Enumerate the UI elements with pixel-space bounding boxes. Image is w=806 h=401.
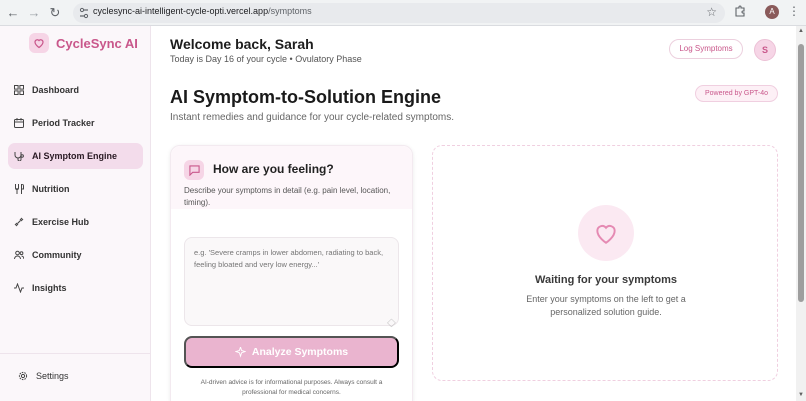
sidebar: CycleSync AI Dashboard Period Tracker AI…	[0, 26, 151, 401]
utensils-icon	[14, 184, 24, 194]
sidebar-item-insights[interactable]: Insights	[8, 275, 143, 301]
symptom-engine-icon	[14, 151, 24, 161]
browser-profile-avatar[interactable]: A	[765, 5, 779, 19]
url-text: cyclesync-ai-intelligent-cycle-opti.verc…	[93, 6, 312, 16]
main-content: Welcome back, Sarah Today is Day 16 of y…	[151, 26, 796, 401]
page-title: AI Symptom-to-Solution Engine	[170, 87, 441, 107]
sidebar-item-ai-symptom-engine[interactable]: AI Symptom Engine	[8, 143, 143, 169]
sidebar-item-label: Dashboard	[32, 85, 80, 95]
waiting-title: Waiting for your symptoms	[535, 274, 677, 286]
sidebar-item-label: Community	[32, 250, 82, 260]
sidebar-item-dashboard[interactable]: Dashboard	[8, 77, 143, 103]
symptom-textarea[interactable]	[184, 237, 399, 326]
gear-icon	[18, 371, 28, 381]
dashboard-icon	[14, 85, 24, 95]
card-description: Describe your symptoms in detail (e.g. p…	[184, 186, 391, 207]
bookmark-star-icon[interactable]: ☆	[706, 5, 717, 19]
analyze-symptoms-button[interactable]: Analyze Symptoms	[184, 336, 399, 368]
heart-logo-icon	[29, 33, 49, 53]
log-symptoms-button[interactable]: Log Symptoms	[669, 39, 743, 59]
scroll-down-icon[interactable]: ▼	[798, 392, 804, 398]
user-avatar[interactable]: S	[754, 39, 776, 61]
site-settings-icon[interactable]	[79, 7, 89, 19]
sidebar-item-exercise-hub[interactable]: Exercise Hub	[8, 209, 143, 235]
sidebar-divider	[0, 353, 151, 354]
scrollbar-thumb[interactable]	[798, 44, 804, 302]
forward-icon[interactable]: →	[25, 4, 43, 22]
reload-icon[interactable]: ↻	[46, 4, 64, 22]
welcome-heading: Welcome back, Sarah	[170, 36, 314, 52]
calendar-icon	[14, 118, 24, 128]
disclaimer-text: AI-driven advice is for informational pu…	[200, 379, 383, 396]
back-icon[interactable]: ←	[4, 4, 22, 22]
users-icon	[14, 250, 24, 260]
message-square-icon	[184, 160, 204, 180]
sidebar-item-settings[interactable]: Settings	[8, 363, 143, 389]
page-scrollbar[interactable]: ▲ ▼	[796, 26, 806, 401]
card-header: How are you feeling? Describe your sympt…	[171, 146, 412, 209]
settings-label: Settings	[36, 371, 69, 381]
brand-name: CycleSync AI	[56, 35, 138, 51]
brand[interactable]: CycleSync AI	[29, 33, 138, 53]
heart-icon	[578, 205, 634, 261]
dumbbell-icon	[14, 217, 24, 227]
result-placeholder-panel: Waiting for your symptoms Enter your sym…	[432, 145, 778, 381]
waiting-subtitle: Enter your symptoms on the left to get a…	[526, 294, 686, 317]
page-subtitle: Instant remedies and guidance for your c…	[170, 112, 455, 123]
sidebar-item-label: Exercise Hub	[32, 217, 90, 227]
sidebar-item-label: AI Symptom Engine	[32, 151, 118, 161]
sidebar-item-nutrition[interactable]: Nutrition	[8, 176, 143, 202]
sidebar-item-period-tracker[interactable]: Period Tracker	[8, 110, 143, 136]
sidebar-item-community[interactable]: Community	[8, 242, 143, 268]
activity-icon	[14, 283, 24, 293]
symptom-input-card: How are you feeling? Describe your sympt…	[170, 145, 413, 401]
cycle-status-text: Today is Day 16 of your cycle • Ovulator…	[170, 54, 362, 64]
extensions-icon[interactable]	[734, 5, 746, 17]
more-menu-icon[interactable]: ⋮	[788, 4, 800, 18]
card-title: How are you feeling?	[213, 162, 334, 176]
sparkles-icon	[234, 346, 246, 358]
sidebar-item-label: Insights	[32, 283, 67, 293]
sidebar-item-label: Period Tracker	[32, 118, 95, 128]
address-bar[interactable]: cyclesync-ai-intelligent-cycle-opti.verc…	[73, 3, 725, 23]
powered-by-badge: Powered by GPT-4o	[695, 85, 778, 102]
browser-toolbar: ← → ↻ cyclesync-ai-intelligent-cycle-opt…	[0, 0, 806, 26]
sidebar-item-label: Nutrition	[32, 184, 70, 194]
analyze-button-label: Analyze Symptoms	[251, 346, 349, 358]
scroll-up-icon[interactable]: ▲	[798, 28, 804, 34]
